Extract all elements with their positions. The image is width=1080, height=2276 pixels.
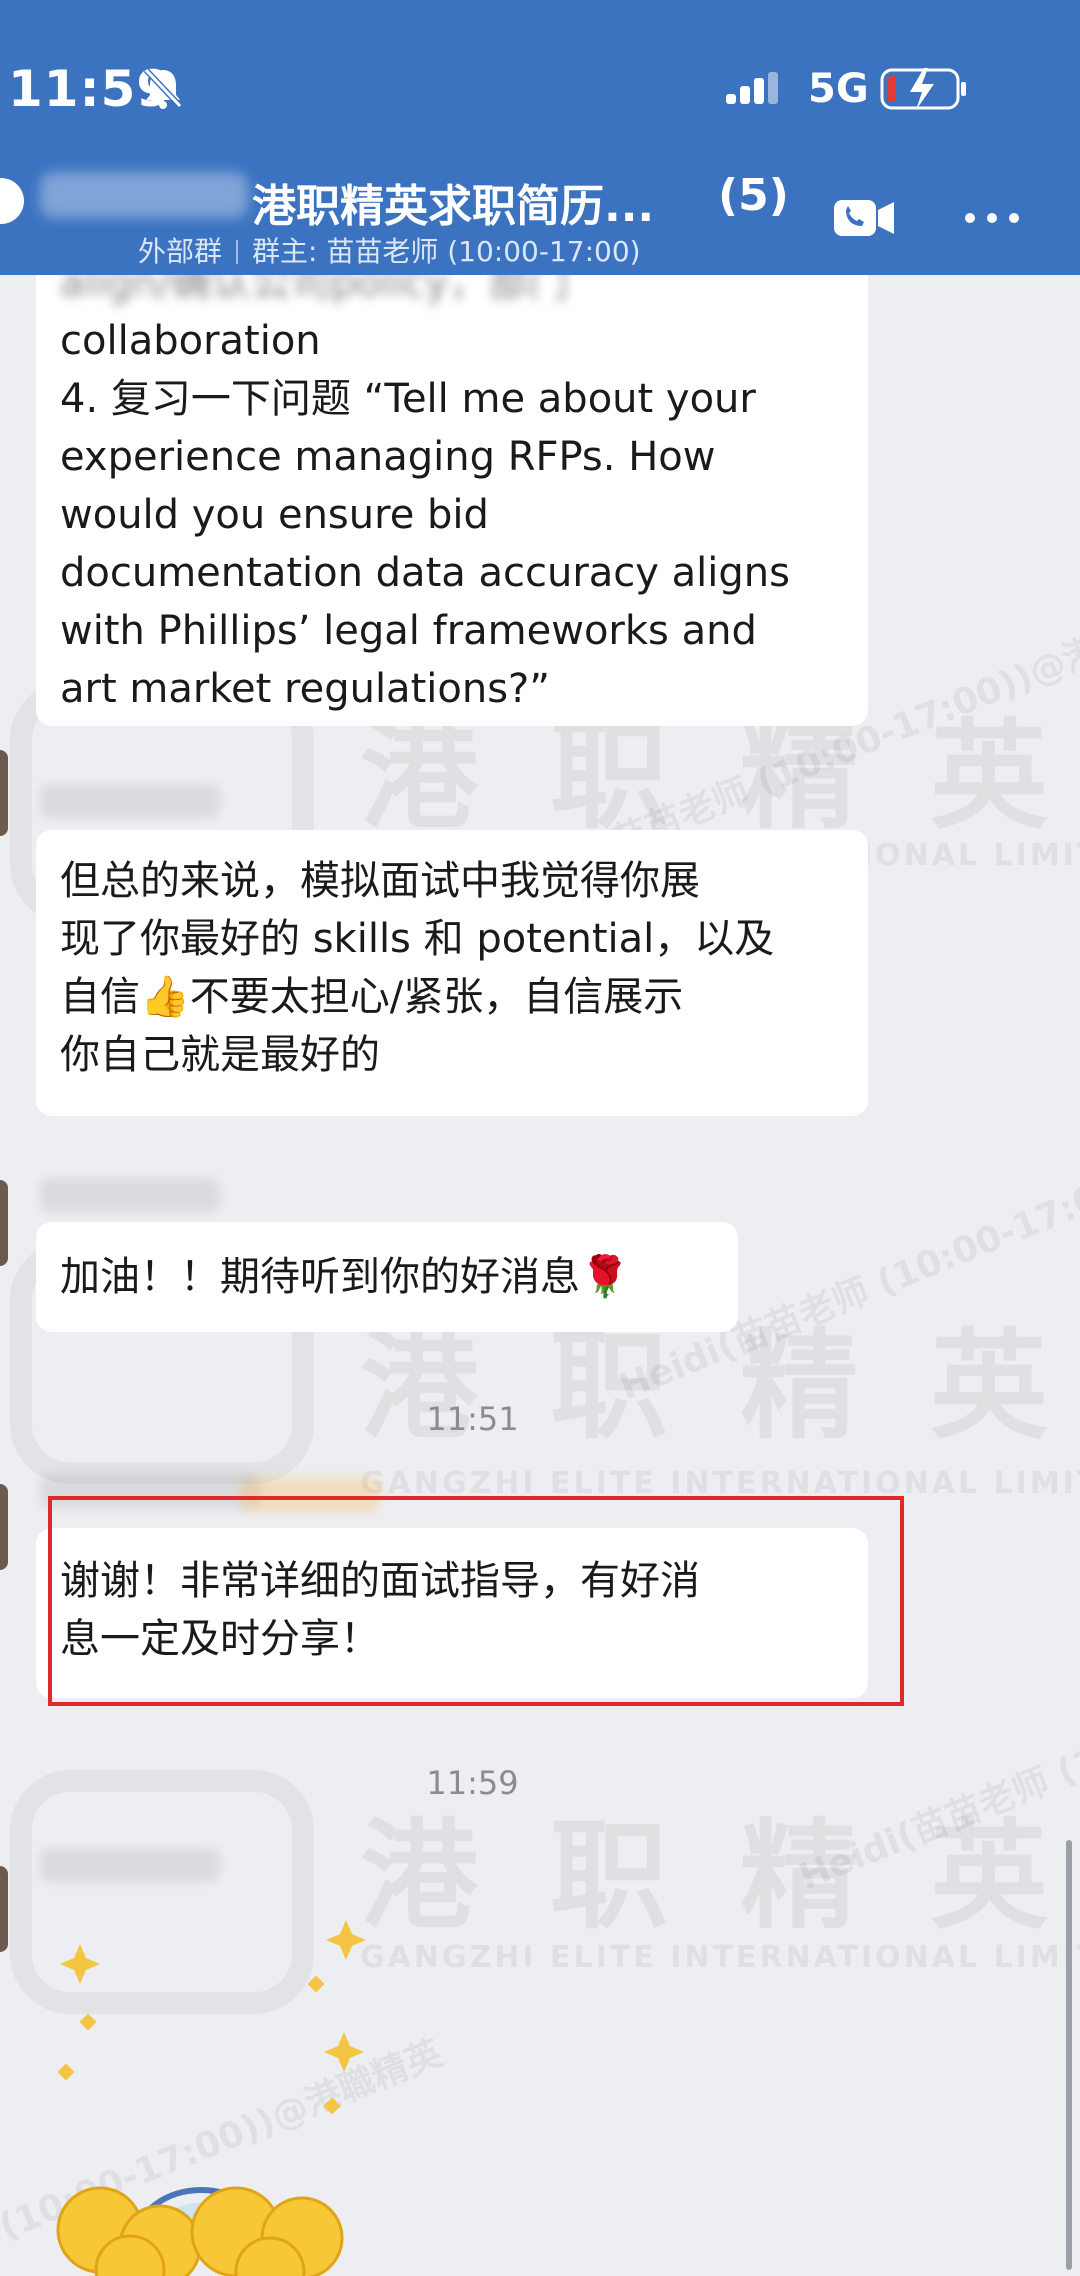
network-type: 5G [808, 66, 869, 112]
chat-header: 11:59 5G 港职精英求职简历... (5) 外部群 群主: 苗苗老师 (10… [0, 0, 1080, 275]
blurred-user-name [40, 172, 248, 218]
watermark-company: GANGZHI ELITE INTERNATIONAL LIMITED [360, 1940, 1080, 1975]
message-line: 4. 复习一下问题 “Tell me about your [60, 376, 756, 422]
group-owner: 群主: 苗苗老师 (10:00-17:00) [252, 235, 641, 268]
sender-name [40, 784, 220, 818]
message-line: 现了你最好的 skills 和 potential，以及 [60, 916, 775, 962]
separator [236, 240, 239, 264]
highlight-box [48, 1496, 904, 1706]
avatar[interactable] [0, 1180, 8, 1266]
video-call-icon[interactable] [832, 196, 896, 240]
timestamp: 11:51 [426, 1400, 519, 1438]
message-line: documentation data accuracy aligns [60, 550, 790, 596]
message-line: with Phillips’ legal frameworks and [60, 608, 757, 654]
message-line: 但总的来说，模拟面试中我觉得你展 [60, 858, 700, 904]
avatar[interactable] [0, 750, 8, 836]
battery-charging-icon [880, 68, 966, 110]
message-line: would you ensure bid [60, 492, 489, 538]
timestamp: 11:59 [426, 1764, 519, 1802]
avatar[interactable] [0, 1866, 8, 1952]
message-bubble[interactable]: 加油！！期待听到你的好消息🌹 [36, 1222, 738, 1332]
member-count: (5) [718, 170, 789, 221]
message-line: experience managing RFPs. How [60, 434, 716, 480]
message-line: collaboration [60, 318, 321, 364]
more-options-icon[interactable] [962, 200, 1022, 236]
sender-name [40, 1178, 220, 1212]
external-group-tag: 外部群 [138, 235, 223, 268]
back-button[interactable] [0, 178, 24, 224]
scrollbar[interactable] [1066, 1840, 1072, 2270]
message-line: 你自己就是最好的 [60, 1032, 380, 1078]
group-subinfo: 外部群 群主: 苗苗老师 (10:00-17:00) [138, 230, 641, 270]
watermark-brand: 港职精英 [360, 1807, 1080, 1945]
message-line: 自信👍不要太担心/紧张，自信展示 [60, 974, 684, 1020]
message-line: art market regulations?” [60, 666, 550, 712]
message-text: 加油！！期待听到你的好消息🌹 [60, 1254, 630, 1300]
message-bubble[interactable]: align/确认公司policy，部门 collaboration 4. 复习一… [36, 240, 868, 726]
avatar[interactable] [0, 1484, 8, 1570]
message-bubble[interactable]: 但总的来说，模拟面试中我觉得你展 现了你最好的 skills 和 potenti… [36, 830, 868, 1116]
bell-off-icon [143, 67, 183, 109]
group-title[interactable]: 港职精英求职简历... [252, 170, 654, 234]
signal-icon [726, 72, 778, 104]
sticker-image[interactable] [40, 1920, 380, 2276]
sender-name [40, 1848, 220, 1882]
